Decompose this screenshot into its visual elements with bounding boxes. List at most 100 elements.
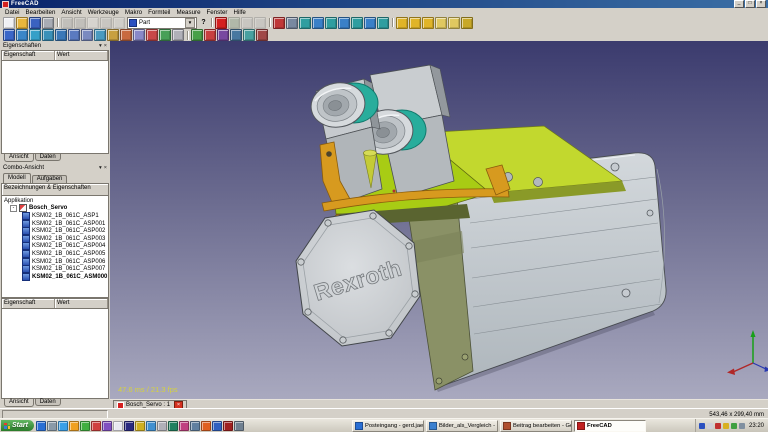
menu-item[interactable]: Makro [122,9,145,16]
menu-item[interactable]: Measure [173,9,203,16]
quicklaunch-pdf-icon[interactable] [223,421,233,431]
boolean-intersection-icon[interactable] [172,29,184,41]
right-view-icon[interactable] [338,17,350,29]
3d-viewport[interactable]: Rexroth 47.6 ms / 21.3 fps [110,41,768,399]
print-icon[interactable] [42,17,54,29]
column-wert[interactable]: Wert [55,51,108,60]
tree-column-header[interactable]: Bezeichnungen & Eigenschaften [1,183,109,196]
loft-icon[interactable] [230,29,242,41]
tab-ansicht[interactable]: Ansicht [4,399,34,407]
part-primitives-icon[interactable] [120,29,132,41]
top-view-icon[interactable] [325,17,337,29]
tree-item-label[interactable]: KSM02_1B_061C_ASP003 [32,236,105,242]
quicklaunch-archive-icon[interactable] [157,421,167,431]
tree-item-label[interactable]: KSM02_1B_061C_ASP1 [32,213,99,219]
close-button[interactable]: × [756,0,766,8]
tray-network-icon[interactable] [731,423,737,429]
tree-item-label[interactable]: KSM02_1B_061C_ASP005 [32,251,105,257]
quicklaunch-desktop-icon[interactable] [47,421,57,431]
tray-volume-icon[interactable] [707,423,713,429]
dock-pin-icon[interactable]: ▾ [99,43,102,49]
boolean-cut-icon[interactable] [146,29,158,41]
new-document-icon[interactable] [3,17,15,29]
tree-expander-icon[interactable]: - [10,205,17,212]
left-view-icon[interactable] [377,17,389,29]
save-icon[interactable] [29,17,41,29]
fit-all-icon[interactable] [273,17,285,29]
macro-stop-icon[interactable] [241,17,253,29]
menu-item[interactable]: Datei [2,9,22,16]
part-wedge-icon[interactable] [81,29,93,41]
measure-clear-icon[interactable] [435,17,447,29]
tree-item-label[interactable]: KSM02_1B_061C_ASP007 [32,266,105,272]
tree-item[interactable]: KSM02_1B_061C_ASP003 [2,235,108,243]
tree-item[interactable]: KSM02_1B_061C_ASP1 [2,212,108,220]
quicklaunch-paint-icon[interactable] [179,421,189,431]
tray-antivirus-icon[interactable] [715,423,721,429]
dock-close-icon[interactable]: × [104,165,107,171]
task-button[interactable]: Bilder_als_Vergleich - Fr... [426,420,498,432]
menu-item[interactable]: Bearbeiten [22,9,58,16]
quicklaunch-sys-icon[interactable] [190,421,200,431]
tree-item[interactable]: KSM02_1B_061C_ASP007 [2,265,108,273]
tree-item[interactable]: KSM02_1B_061C_ASP004 [2,243,108,251]
macro-record-icon[interactable] [215,17,227,29]
quicklaunch-mail-icon[interactable] [58,421,68,431]
mirror-icon[interactable] [256,29,268,41]
measure-angular-icon[interactable] [409,17,421,29]
tray-language-icon[interactable] [699,423,705,429]
tab-daten[interactable]: Daten [35,154,61,161]
menu-item[interactable]: Hilfe [231,9,249,16]
fillet-icon[interactable] [243,29,255,41]
start-button[interactable]: Start [1,420,34,431]
quicklaunch-cad-icon[interactable] [168,421,178,431]
menu-item[interactable]: Ansicht [58,9,84,16]
quicklaunch-notes-icon[interactable] [113,421,123,431]
tree-item-label[interactable]: KSM02_1B_061C_ASP001 [32,221,105,227]
measure-refresh-icon[interactable] [422,17,434,29]
column-eigenschaft[interactable]: Eigenschaft [2,51,55,60]
part-cone-icon[interactable] [42,29,54,41]
maximize-button[interactable]: □ [745,0,755,8]
paste-icon[interactable] [113,17,125,29]
axonometric-view-icon[interactable] [299,17,311,29]
dock-pin-icon[interactable]: ▾ [99,165,102,171]
tree-item[interactable]: Applikation [2,197,108,205]
column-wert[interactable]: Wert [55,299,108,308]
refresh-icon[interactable] [87,17,99,29]
measure-toggle-3d-icon[interactable] [461,17,473,29]
tree-item-label[interactable]: Bosch_Servo [29,205,67,211]
tab-ansicht[interactable]: Ansicht [4,154,34,162]
tree-item[interactable]: KSM02_1B_061C_ASP006 [2,258,108,266]
part-torus-icon[interactable] [55,29,67,41]
dock-close-icon[interactable]: × [104,43,107,49]
tree-item[interactable]: - Bosch_Servo [2,205,108,213]
tab-daten[interactable]: Daten [35,399,61,406]
quicklaunch-tool1-icon[interactable] [91,421,101,431]
cut-icon[interactable] [100,17,112,29]
quicklaunch-dollar-icon[interactable] [124,421,134,431]
menu-item[interactable]: Werkzeuge [85,9,122,16]
undo-icon[interactable] [61,17,73,29]
menu-item[interactable]: Fenster [204,9,231,16]
task-button[interactable]: FreeCAD [574,420,646,432]
front-view-icon[interactable] [312,17,324,29]
measure-toggle-icon[interactable] [448,17,460,29]
part-shapebuilder-icon[interactable] [107,29,119,41]
tab-aufgaben[interactable]: Aufgaben [32,175,68,183]
quicklaunch-office-icon[interactable] [135,421,145,431]
quicklaunch-media-icon[interactable] [80,421,90,431]
tree-item-label[interactable]: Applikation [4,198,33,204]
part-sphere-icon[interactable] [29,29,41,41]
part-box-icon[interactable] [3,29,15,41]
quicklaunch-misc-icon[interactable] [234,421,244,431]
whats-this-button[interactable]: ? [199,18,208,28]
tree-item-label[interactable]: KSM02_1B_061C_ASP006 [32,259,105,265]
redo-icon[interactable] [74,17,86,29]
rear-view-icon[interactable] [351,17,363,29]
workbench-selector[interactable]: Part ▼ [127,17,197,29]
quicklaunch-tool2-icon[interactable] [102,421,112,431]
quicklaunch-burn-icon[interactable] [201,421,211,431]
tree-item-label[interactable]: KSM02_1B_061C_ASM000 [32,274,107,280]
part-prism-icon[interactable] [68,29,80,41]
